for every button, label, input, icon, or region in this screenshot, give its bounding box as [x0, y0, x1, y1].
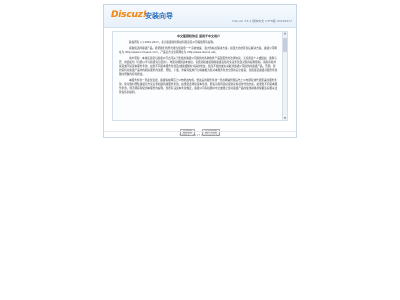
scroll-thumb[interactable]: [283, 38, 287, 52]
page-title: 安装向导: [145, 12, 173, 20]
install-wizard-panel: Discuz! 安装向导 Discuz! X3.4 简体中文 UTF8版 202…: [103, 4, 297, 138]
license-paragraph: 版权所有 (c) 2001-2017，北京康盛新创科技有限责任公司保留所有权利。: [129, 41, 216, 44]
license-box[interactable]: 中文版授权协议 适用于中文用户 版权所有 (c) 2001-2017，北京康盛新…: [112, 31, 288, 121]
copyright-footer: ©2001 - 2017 Comsenz Inc.: [104, 131, 296, 139]
license-title: 中文版授权协议 适用于中文用户: [176, 34, 221, 38]
license-paragraph: 感谢您选择康盛产品。希望我们的努力能为您提供一个高效快速、强大的站点解决方案，和…: [119, 47, 277, 54]
license-scrollbar[interactable]: ▲ ▼: [282, 32, 287, 120]
wizard-header: Discuz! 安装向导 Discuz! X3.4 简体中文 UTF8版 202…: [104, 5, 296, 28]
license-text: 中文版授权协议 适用于中文用户 版权所有 (c) 2001-2017，北京康盛新…: [113, 32, 284, 120]
license-paragraph: 本服务条款一旦发生变更，康盛将在网页上公布修改内容。修改后的服务条款一旦在网站管…: [119, 79, 278, 94]
version-info: Discuz! X3.4 简体中文 UTF8版 20230917: [232, 19, 292, 23]
license-paragraph: 用户须知：本协议是您与康盛公司之间关于您使用康盛公司提供的各种软件产品及服务的法…: [119, 57, 278, 76]
scroll-up-icon[interactable]: ▲: [283, 32, 287, 35]
discuz-logo: Discuz!: [111, 10, 147, 20]
